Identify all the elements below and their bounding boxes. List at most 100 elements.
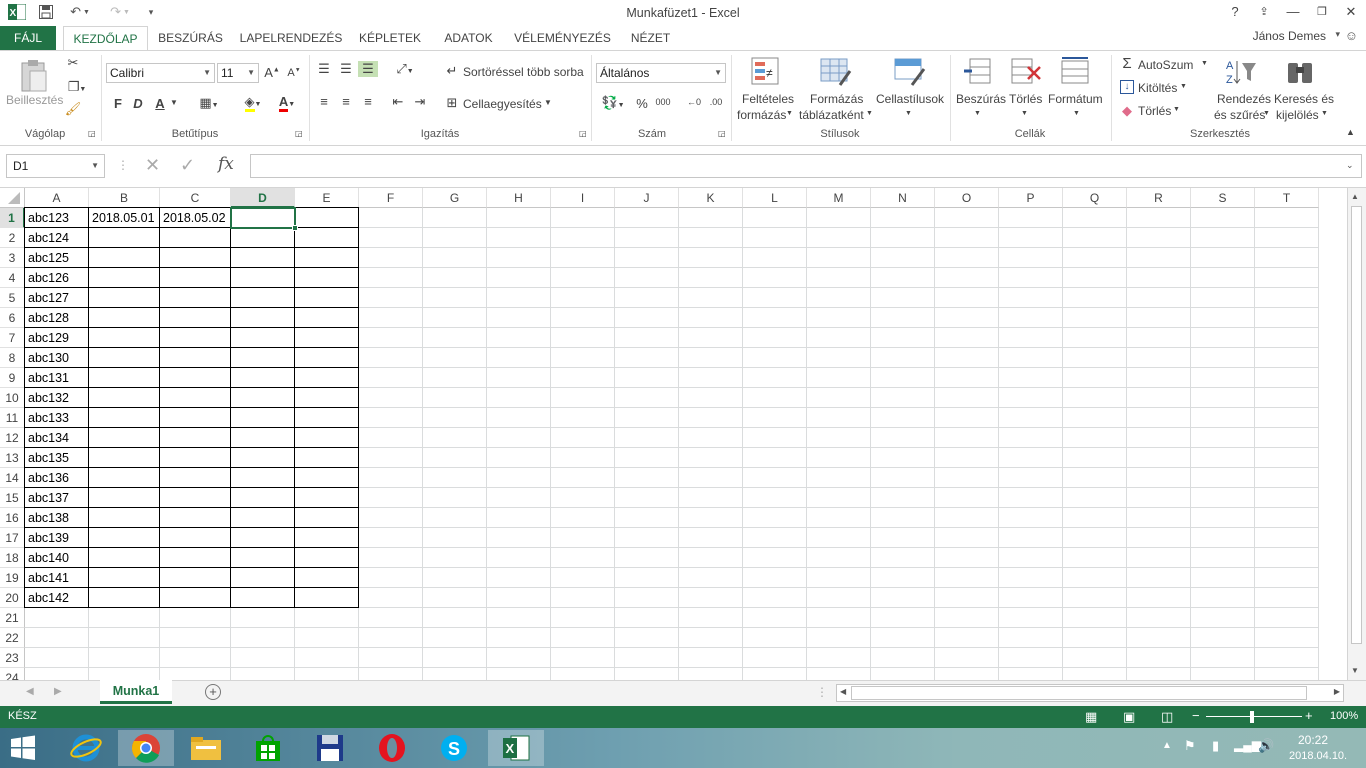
cell-d3[interactable] [231,248,295,268]
vertical-scrollbar[interactable]: ▲ ▼ [1347,188,1366,680]
cell-f17[interactable] [359,528,423,548]
format-dropdown-icon[interactable]: ▼ [1073,110,1080,117]
cell-b4[interactable] [89,268,160,288]
cell-r17[interactable] [1127,528,1191,548]
cell-j11[interactable] [615,408,679,428]
cell-i17[interactable] [551,528,615,548]
cell-f20[interactable] [359,588,423,608]
cell-k13[interactable] [679,448,743,468]
cell-l10[interactable] [743,388,807,408]
scroll-right-icon[interactable]: ▶ [1334,687,1340,696]
row-header-7[interactable]: 7 [0,328,25,348]
cell-b12[interactable] [89,428,160,448]
cell-g6[interactable] [423,308,487,328]
cell-e15[interactable] [295,488,359,508]
cell-c11[interactable] [160,408,231,428]
cell-m7[interactable] [807,328,871,348]
cell-c22[interactable] [160,628,231,648]
cell-r10[interactable] [1127,388,1191,408]
minimize-icon[interactable]: — [1280,2,1306,22]
tab-page-layout[interactable]: LAPELRENDEZÉS [236,26,346,50]
cell-r21[interactable] [1127,608,1191,628]
cell-c21[interactable] [160,608,231,628]
cell-m18[interactable] [807,548,871,568]
cell-m4[interactable] [807,268,871,288]
cell-b16[interactable] [89,508,160,528]
floppy-app-icon[interactable] [302,730,358,766]
cell-q12[interactable] [1063,428,1127,448]
cell-m10[interactable] [807,388,871,408]
increase-indent-icon[interactable]: ⇥ [410,94,430,110]
tab-file[interactable]: FÁJL [0,26,56,50]
cell-e9[interactable] [295,368,359,388]
cell-s11[interactable] [1191,408,1255,428]
cell-j4[interactable] [615,268,679,288]
cell-l2[interactable] [743,228,807,248]
cell-e21[interactable] [295,608,359,628]
copy-icon[interactable]: ❐▼ [64,79,90,95]
cell-n10[interactable] [871,388,935,408]
cell-f16[interactable] [359,508,423,528]
cell-p20[interactable] [999,588,1063,608]
row-header-2[interactable]: 2 [0,228,25,248]
cell-k5[interactable] [679,288,743,308]
cell-g9[interactable] [423,368,487,388]
cell-styles-button[interactable]: Cellastílusok [876,92,944,106]
cell-h18[interactable] [487,548,551,568]
cell-a5[interactable]: abc127 [25,288,89,308]
expand-formula-bar-icon[interactable]: ⌄ [1346,160,1354,171]
row-header-11[interactable]: 11 [0,408,25,428]
cell-a21[interactable] [25,608,89,628]
tab-insert[interactable]: BESZÚRÁS [152,26,229,50]
cell-k12[interactable] [679,428,743,448]
cell-p13[interactable] [999,448,1063,468]
cell-s3[interactable] [1191,248,1255,268]
number-launcher-icon[interactable]: ◲ [718,129,726,138]
cell-q7[interactable] [1063,328,1127,348]
cell-s18[interactable] [1191,548,1255,568]
cell-r13[interactable] [1127,448,1191,468]
volume-icon[interactable]: 🔊 [1258,738,1274,754]
cell-j5[interactable] [615,288,679,308]
cell-l21[interactable] [743,608,807,628]
cell-n5[interactable] [871,288,935,308]
cell-t11[interactable] [1255,408,1319,428]
cell-f10[interactable] [359,388,423,408]
cell-e22[interactable] [295,628,359,648]
cell-s23[interactable] [1191,648,1255,668]
cell-d2[interactable] [231,228,295,248]
cell-a20[interactable]: abc142 [25,588,89,608]
cell-b18[interactable] [89,548,160,568]
cell-n3[interactable] [871,248,935,268]
column-header-i[interactable]: I [551,188,615,208]
cell-t3[interactable] [1255,248,1319,268]
column-header-p[interactable]: P [999,188,1063,208]
autosum-icon[interactable]: Σ [1118,55,1136,72]
cell-h15[interactable] [487,488,551,508]
cell-q18[interactable] [1063,548,1127,568]
cell-a24[interactable] [25,668,89,680]
zoom-level[interactable]: 100% [1330,710,1358,722]
cell-p16[interactable] [999,508,1063,528]
cell-e8[interactable] [295,348,359,368]
cell-l13[interactable] [743,448,807,468]
italic-button[interactable]: D [130,96,146,111]
cell-c15[interactable] [160,488,231,508]
cell-s14[interactable] [1191,468,1255,488]
cell-j23[interactable] [615,648,679,668]
cell-d6[interactable] [231,308,295,328]
cell-s1[interactable] [1191,208,1255,228]
cell-e6[interactable] [295,308,359,328]
cell-p19[interactable] [999,568,1063,588]
restore-icon[interactable]: ❐ [1309,2,1335,22]
cell-n22[interactable] [871,628,935,648]
number-format-combo[interactable]: Általános ▼ [596,63,726,83]
cell-l3[interactable] [743,248,807,268]
column-header-d[interactable]: D [231,188,295,208]
cell-o19[interactable] [935,568,999,588]
cell-b20[interactable] [89,588,160,608]
confirm-entry-icon[interactable]: ✓ [180,155,195,176]
row-header-22[interactable]: 22 [0,628,25,648]
tab-view[interactable]: NÉZET [622,26,679,50]
cell-r8[interactable] [1127,348,1191,368]
